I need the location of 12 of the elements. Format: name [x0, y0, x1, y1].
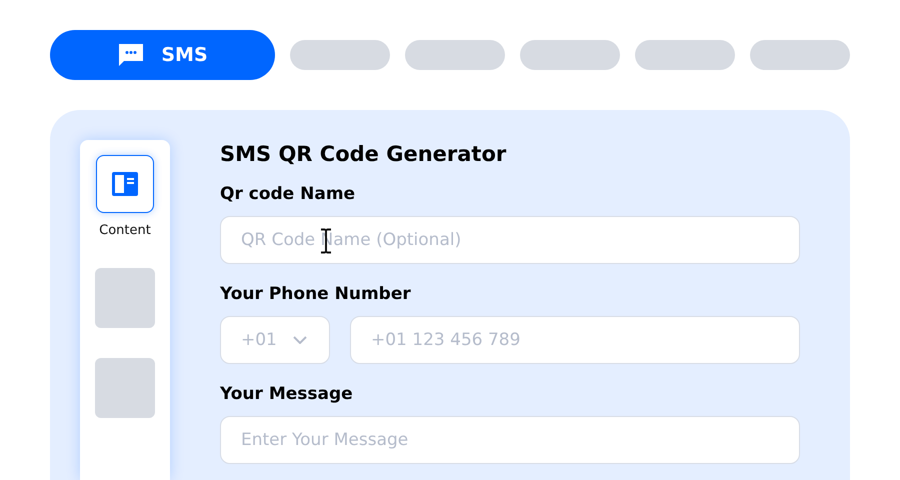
chevron-down-icon [292, 336, 307, 344]
field-label: Your Phone Number [220, 283, 412, 306]
sms-tab[interactable]: SMS [50, 30, 275, 80]
phone-field[interactable]: +01 123 456 789 [350, 316, 800, 364]
form-title: SMS QR Code Generator [220, 141, 508, 168]
chat-bubble-icon [117, 41, 146, 69]
content-label: Content [99, 223, 151, 238]
field-label: Qr code Name [220, 183, 356, 206]
layout-icon [112, 172, 138, 196]
content-button[interactable] [96, 155, 154, 213]
field-label: Your Message [220, 383, 354, 406]
text-field[interactable]: Enter Your Message [220, 416, 800, 464]
